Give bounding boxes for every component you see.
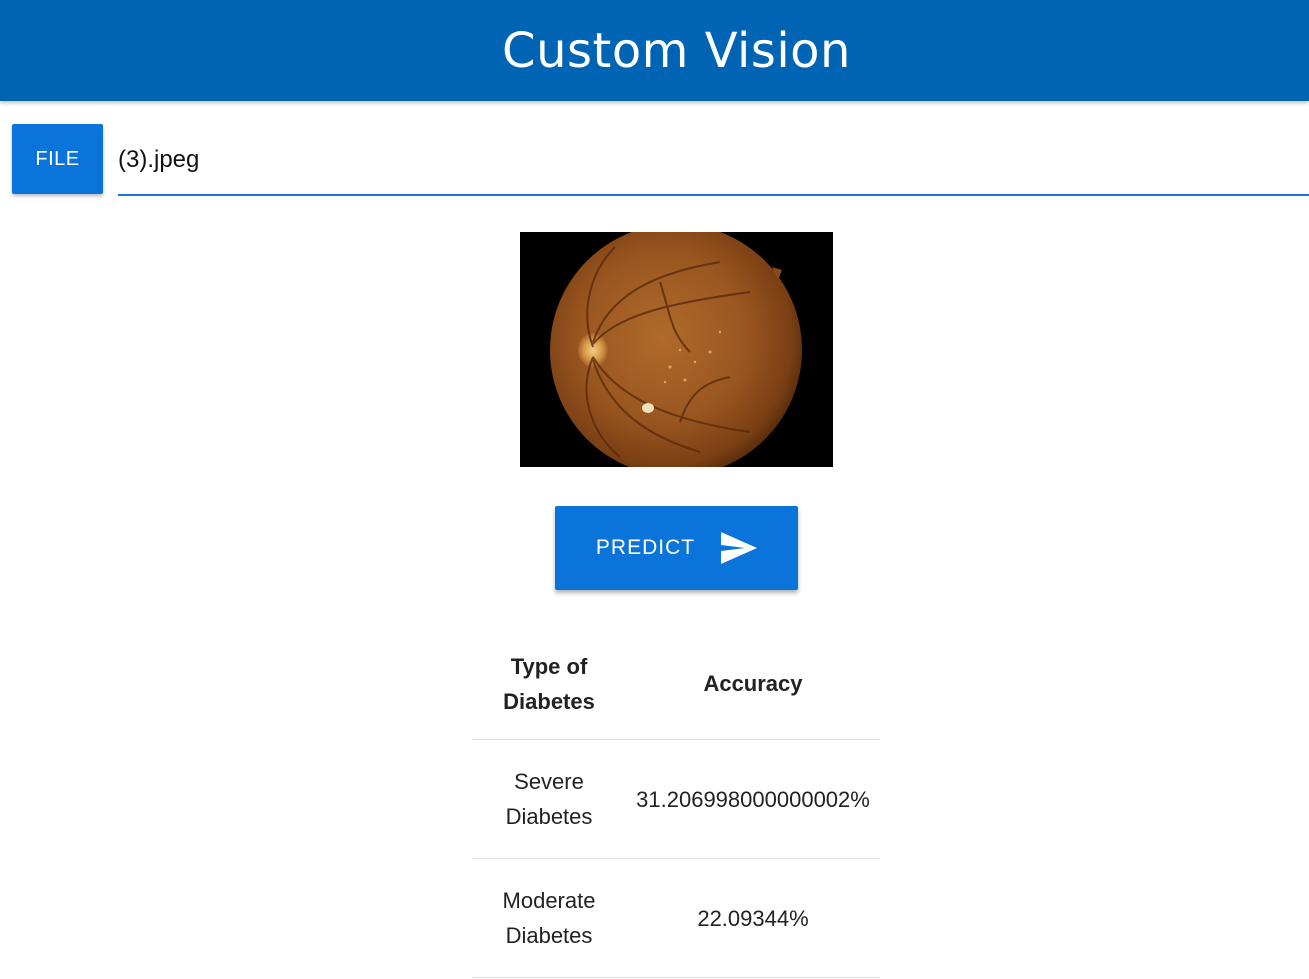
app-title: Custom Vision	[502, 22, 851, 79]
row-accuracy: 22.09344%	[626, 858, 880, 978]
send-icon	[721, 532, 758, 564]
app-bar: Custom Vision	[0, 0, 1309, 101]
predict-button-label: PREDICT	[595, 536, 696, 559]
row-type: Moderate Diabetes	[472, 858, 626, 978]
results-table: Type of Diabetes Accuracy Severe Diabete…	[472, 628, 880, 978]
retina-image	[520, 232, 833, 467]
uploaded-image-preview	[520, 232, 833, 467]
column-header-accuracy: Accuracy	[626, 628, 880, 740]
column-header-type: Type of Diabetes	[472, 628, 626, 740]
file-button[interactable]: FILE	[12, 124, 103, 194]
file-name-text: (3).jpeg	[118, 146, 200, 173]
table-header-row: Type of Diabetes Accuracy	[472, 628, 880, 740]
row-type: Severe Diabetes	[472, 739, 626, 859]
table-row: Severe Diabetes 31.206998000000002%	[472, 739, 880, 859]
predict-button[interactable]: PREDICT	[555, 506, 798, 590]
row-accuracy: 31.206998000000002%	[626, 739, 880, 859]
table-row: Moderate Diabetes 22.09344%	[472, 858, 880, 978]
file-name-field[interactable]: (3).jpeg	[118, 124, 1309, 196]
